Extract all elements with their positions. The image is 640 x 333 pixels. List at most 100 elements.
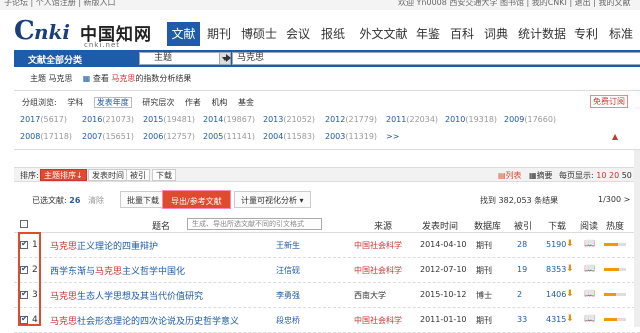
author-link[interactable]: 王新生 [276,240,300,251]
year-link[interactable]: 2012(21779) [325,115,377,124]
citation-count[interactable]: 2 [517,290,522,299]
citation-count[interactable]: 19 [517,265,527,274]
batch-download-button[interactable]: 批量下载 [120,191,166,208]
year-link[interactable]: 2010(19318) [445,115,497,124]
source-link[interactable]: 中国社会科学 [354,315,402,326]
table-header: 题名 作者 来源 发表时间 数据库 被引 下载 阅读 热度 [14,216,640,233]
top-links[interactable]: 子论坛 | 个人馆注册 | 新版入口 [4,0,116,8]
author-link[interactable]: 段忠桥 [276,315,300,326]
read-icon[interactable]: 📖 [584,264,595,274]
group-tab-year[interactable]: 发表年度 [93,97,132,108]
group-tab-org[interactable]: 机构 [211,98,227,107]
nav-item-conferences[interactable]: 会议 [284,22,312,46]
year-link[interactable]: 2015(19481) [143,115,195,124]
source-link[interactable]: 中国社会科学 [354,240,402,251]
visual-analysis-button[interactable]: 计量可视化分析 ▾ [234,191,311,208]
more-years-link[interactable]: >> [386,132,399,141]
source-link[interactable]: 中国社会科学 [354,265,402,276]
nav-item-patents[interactable]: 专利 [572,22,600,46]
nav-item-literature[interactable]: 文献 [167,22,200,46]
year-link[interactable]: 2014(19867) [203,115,255,124]
download-icon[interactable]: ⬇ [566,239,574,249]
group-tab-level[interactable]: 研究层次 [142,98,174,107]
arrow-right-icon [226,54,231,62]
select-all-checkbox[interactable] [20,220,28,228]
user-links[interactable]: 欢迎 Yn0008 西安交通大学 图书馆 | 我的CNKI | 退出 | 我的文… [398,0,630,8]
nav-item-encyclopedia[interactable]: 百科 [448,22,476,46]
year-link[interactable]: 2003(11319) [325,132,377,141]
result-title-link[interactable]: 西学东渐与马克思主义哲学中国化 [50,264,185,277]
download-icon[interactable]: ⬇ [566,264,574,274]
result-title-link[interactable]: 马克思生态人学思想及其当代价值研究 [50,289,203,302]
citation-count[interactable]: 28 [517,240,527,249]
subscribe-button[interactable]: 免费订阅 [590,95,628,108]
table-row: 4 马克思社会形态理论的四次论说及历史哲学意义 段忠桥 中国社会科学 2011-… [14,308,640,333]
abstract-view-toggle[interactable]: ▦摘要 [529,170,553,181]
category-selector[interactable]: 文献全部分类 [28,53,82,66]
table-row: 2 西学东渐与马克思主义哲学中国化 汪信砚 中国社会科学 2012-07-10 … [14,258,640,283]
nav-item-yearbooks[interactable]: 年鉴 [414,22,442,46]
result-title-link[interactable]: 马克思社会形态理论的四次论说及历史哲学意义 [50,314,239,327]
heat-bar [604,268,626,271]
heat-bar [604,293,626,296]
year-link[interactable]: 2013(21052) [263,115,315,124]
sort-by-citation[interactable]: 被引 [126,169,150,181]
nav-item-foreign[interactable]: 外文文献 [356,22,411,46]
download-count[interactable]: 8353 [546,265,566,274]
group-tab-author[interactable]: 作者 [185,98,201,107]
sort-by-date[interactable]: 发表时间 [88,169,128,181]
read-icon[interactable]: 📖 [584,289,595,299]
result-title-link[interactable]: 马克思正义理论的四重辩护 [50,239,158,252]
nav-item-newspapers[interactable]: 报纸 [319,22,347,46]
divider [14,90,640,91]
heat-bar [604,243,626,246]
citation-count[interactable]: 33 [517,315,527,324]
author-link[interactable]: 李勇强 [276,290,300,301]
search-bar: 文献全部分类 主题 马克思 [14,50,640,67]
year-link[interactable]: 2009(17660) [504,115,556,124]
nav-item-theses[interactable]: 博硕士 [239,22,279,46]
year-link[interactable]: 2005(11141) [203,132,255,141]
search-input[interactable]: 马克思 [232,52,640,65]
export-citation-button[interactable]: 导出/参考文献 [162,190,231,209]
year-link[interactable]: 2006(12757) [143,132,195,141]
author-link[interactable]: 汪信砚 [276,265,300,276]
scrollbar[interactable] [634,150,640,327]
year-link[interactable]: 2011(22034) [386,115,438,124]
chart-icon[interactable]: ▲ [612,132,618,141]
sort-by-download[interactable]: 下载 [152,169,176,181]
year-link[interactable]: 2007(15651) [82,132,134,141]
result-toolbar: 已选文献: 26 清除 批量下载 导出/参考文献 计量可视化分析 ▾ 找到 38… [14,189,640,211]
nav-item-standards[interactable]: 标准 [606,22,636,46]
heat-bar [604,318,626,321]
list-view-toggle[interactable]: ▤列表 [498,170,522,181]
download-count[interactable]: 1406 [546,290,566,299]
year-link[interactable]: 2004(11583) [263,132,315,141]
read-icon[interactable]: 📖 [584,239,595,249]
search-field-select[interactable]: 主题 [139,52,231,65]
year-link[interactable]: 2017(5617) [20,115,67,124]
pagination[interactable]: 1/300 > [598,195,630,204]
table-row: 1 马克思正义理论的四重辩护 王新生 中国社会科学 2014-04-10 期刊 … [14,233,640,258]
clear-link[interactable]: 清除 [88,196,104,205]
per-page-selector: 每页显示: 10 20 50 [559,171,632,180]
source-link[interactable]: 西南大学 [354,290,386,301]
year-filter: 2017(5617) 2016(21073) 2015(19481) 2014(… [20,115,620,145]
nav-item-statistics[interactable]: 统计数据 [516,22,568,46]
download-icon[interactable]: ⬇ [566,314,574,324]
year-link[interactable]: 2008(17118) [20,132,72,141]
group-tab-fund[interactable]: 基金 [238,98,254,107]
nav-item-journals[interactable]: 期刊 [204,22,234,46]
index-analysis-link[interactable]: 马克思 [111,74,135,83]
sort-by-topic[interactable]: 主题排序↓ [40,169,87,181]
download-count[interactable]: 5190 [546,240,566,249]
year-link[interactable]: 2016(21073) [82,115,134,124]
download-count[interactable]: 4315 [546,315,566,324]
read-icon[interactable]: 📖 [584,314,595,324]
cnki-logo[interactable]: C nki 中国知网 cnki.net [14,14,154,49]
group-tab-subject[interactable]: 学科 [67,98,83,107]
nav-item-dictionary[interactable]: 词典 [482,22,510,46]
sort-bar: 排序: 主题排序↓ 发表时间 被引 下载 ▤列表 ▦摘要 每页显示: 10 20… [14,167,640,182]
header: C nki 中国知网 cnki.net 文献 期刊 博硕士 会议 报纸 外文文献… [0,10,640,49]
download-icon[interactable]: ⬇ [566,289,574,299]
